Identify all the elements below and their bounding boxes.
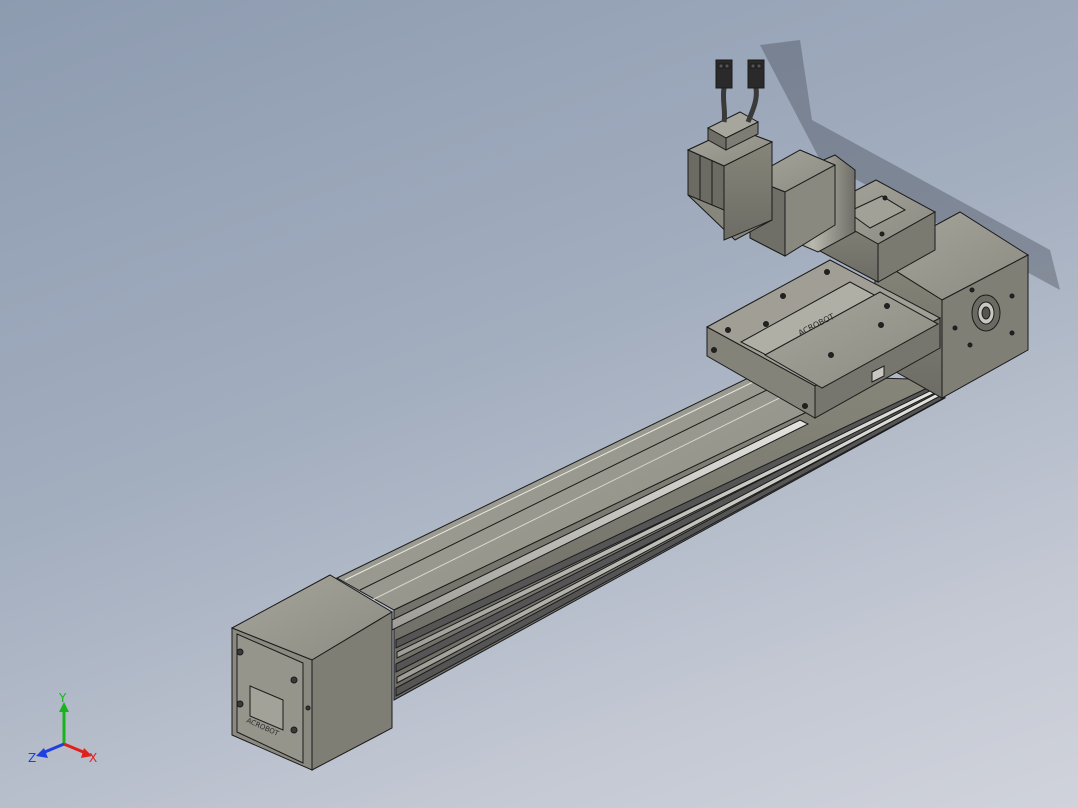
- actuator-body[interactable]: [335, 347, 946, 701]
- x-axis-label: X: [89, 751, 97, 765]
- servo-motor[interactable]: [686, 111, 774, 241]
- z-axis-label: Z: [28, 751, 36, 765]
- graphics-viewport[interactable]: ACROBOT ACROBOT Y X Z: [0, 0, 1078, 808]
- coupling-housing[interactable]: [748, 149, 937, 283]
- y-axis-label: Y: [58, 692, 67, 705]
- linear-actuator-model[interactable]: ACROBOT ACROBOT: [0, 0, 1078, 808]
- axis-triad: Y X Z: [28, 692, 97, 765]
- idler-end-block[interactable]: [230, 574, 393, 771]
